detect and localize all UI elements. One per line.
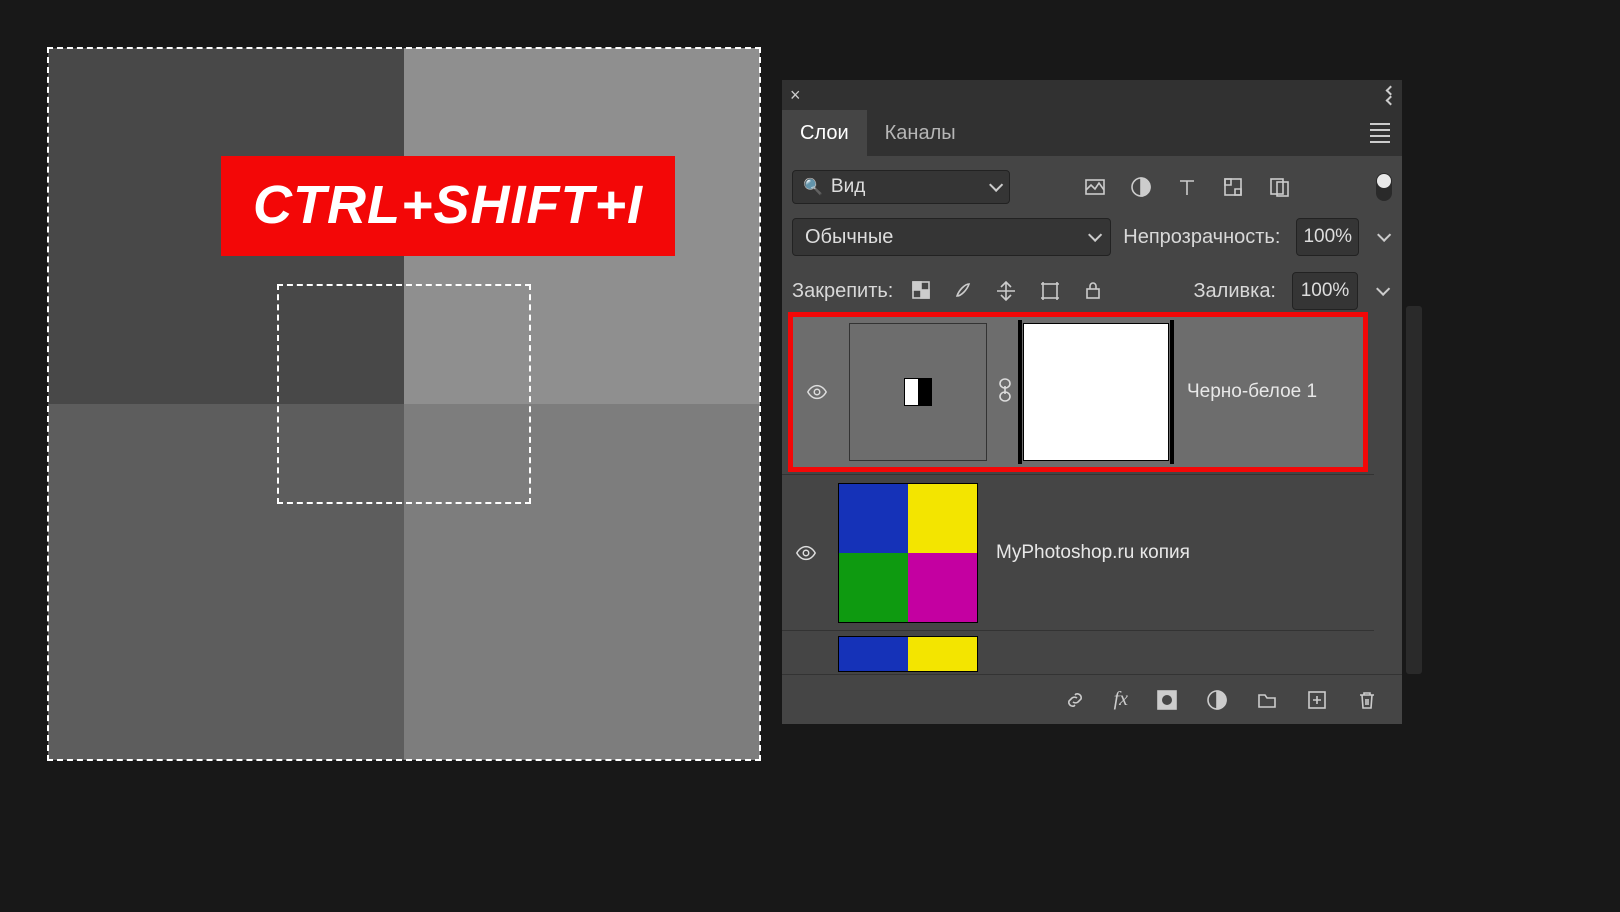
lock-position-icon[interactable] bbox=[995, 280, 1017, 302]
layer-name[interactable]: MyPhotoshop.ru копия bbox=[996, 542, 1190, 564]
layer-row[interactable]: MyPhotoshop.ru копия bbox=[782, 474, 1374, 630]
opacity-label: Непрозрачность: bbox=[1123, 226, 1280, 249]
panel-menu-icon[interactable] bbox=[1370, 123, 1390, 143]
new-layer-icon[interactable] bbox=[1306, 689, 1328, 711]
filter-smartobject-icon[interactable] bbox=[1268, 176, 1290, 198]
fill-label: Заливка: bbox=[1193, 280, 1276, 303]
tab-layers[interactable]: Слои bbox=[782, 110, 867, 156]
opacity-value[interactable]: 100% bbox=[1296, 218, 1359, 256]
new-group-icon[interactable] bbox=[1256, 689, 1278, 711]
lock-label: Закрепить: bbox=[792, 280, 893, 303]
kind-label: Вид bbox=[831, 176, 865, 198]
filter-text-icon[interactable] bbox=[1176, 176, 1198, 198]
link-layers-icon[interactable] bbox=[1064, 689, 1086, 711]
panel-tabs: Слои Каналы bbox=[782, 110, 1402, 156]
filter-adjustment-icon[interactable] bbox=[1130, 176, 1152, 198]
filter-row: 🔍 Вид bbox=[782, 156, 1402, 210]
layer-row-adjustment[interactable]: Черно-белое 1 bbox=[788, 312, 1368, 472]
kind-dropdown[interactable]: 🔍 Вид bbox=[792, 170, 1010, 204]
layer-fx-icon[interactable]: fx bbox=[1114, 688, 1128, 711]
chevron-down-icon bbox=[1088, 228, 1102, 242]
layer-row[interactable] bbox=[782, 630, 1374, 674]
visibility-icon[interactable] bbox=[782, 542, 830, 564]
canvas-quadrant bbox=[404, 404, 760, 760]
chevron-down-icon bbox=[1377, 228, 1391, 242]
chevron-down-icon bbox=[989, 178, 1003, 192]
filter-pixel-icon[interactable] bbox=[1084, 176, 1106, 198]
visibility-icon[interactable] bbox=[793, 381, 841, 403]
fill-value[interactable]: 100% bbox=[1292, 272, 1358, 310]
chevron-down-icon bbox=[1376, 282, 1390, 296]
document-canvas[interactable]: CTRL+SHIFT+I bbox=[48, 48, 760, 760]
delete-layer-icon[interactable] bbox=[1356, 689, 1378, 711]
scrollbar[interactable] bbox=[1406, 306, 1422, 674]
close-icon[interactable]: × bbox=[790, 86, 801, 104]
layer-name[interactable]: Черно-белое 1 bbox=[1187, 381, 1317, 403]
lock-all-icon[interactable] bbox=[1083, 280, 1103, 302]
layer-thumbnail[interactable] bbox=[838, 636, 978, 672]
link-mask-icon[interactable] bbox=[997, 377, 1013, 408]
fill-slider-toggle[interactable] bbox=[1370, 272, 1392, 310]
lock-paint-icon[interactable] bbox=[953, 280, 973, 302]
layer-mask-thumbnail[interactable] bbox=[1023, 323, 1169, 461]
bw-icon bbox=[905, 379, 931, 405]
filter-toggle[interactable] bbox=[1376, 173, 1392, 201]
layers-panel: × Слои Каналы 🔍 Вид Обычные Непрозрачнос… bbox=[782, 80, 1402, 724]
layers-bottom-bar: fx bbox=[782, 674, 1402, 724]
shortcut-overlay: CTRL+SHIFT+I bbox=[221, 156, 675, 256]
layer-thumbnail[interactable] bbox=[838, 483, 978, 623]
tab-channels[interactable]: Каналы bbox=[867, 110, 974, 156]
filter-shape-icon[interactable] bbox=[1222, 176, 1244, 198]
new-adjustment-icon[interactable] bbox=[1206, 689, 1228, 711]
collapse-panel-icon[interactable] bbox=[1387, 87, 1394, 104]
blend-row: Обычные Непрозрачность: 100% bbox=[782, 210, 1402, 262]
layers-list: Черно-белое 1 MyPhotoshop.ru копия bbox=[782, 306, 1374, 674]
blend-mode-value: Обычные bbox=[805, 226, 893, 249]
canvas-quadrant bbox=[48, 404, 404, 760]
add-mask-icon[interactable] bbox=[1156, 689, 1178, 711]
search-icon: 🔍 bbox=[803, 177, 823, 197]
panel-titlebar: × bbox=[782, 80, 1402, 110]
adjustment-thumbnail[interactable] bbox=[849, 323, 987, 461]
lock-artboard-icon[interactable] bbox=[1039, 280, 1061, 302]
lock-transparency-icon[interactable] bbox=[911, 280, 931, 302]
opacity-slider-toggle[interactable] bbox=[1371, 218, 1392, 256]
blend-mode-dropdown[interactable]: Обычные bbox=[792, 218, 1111, 256]
